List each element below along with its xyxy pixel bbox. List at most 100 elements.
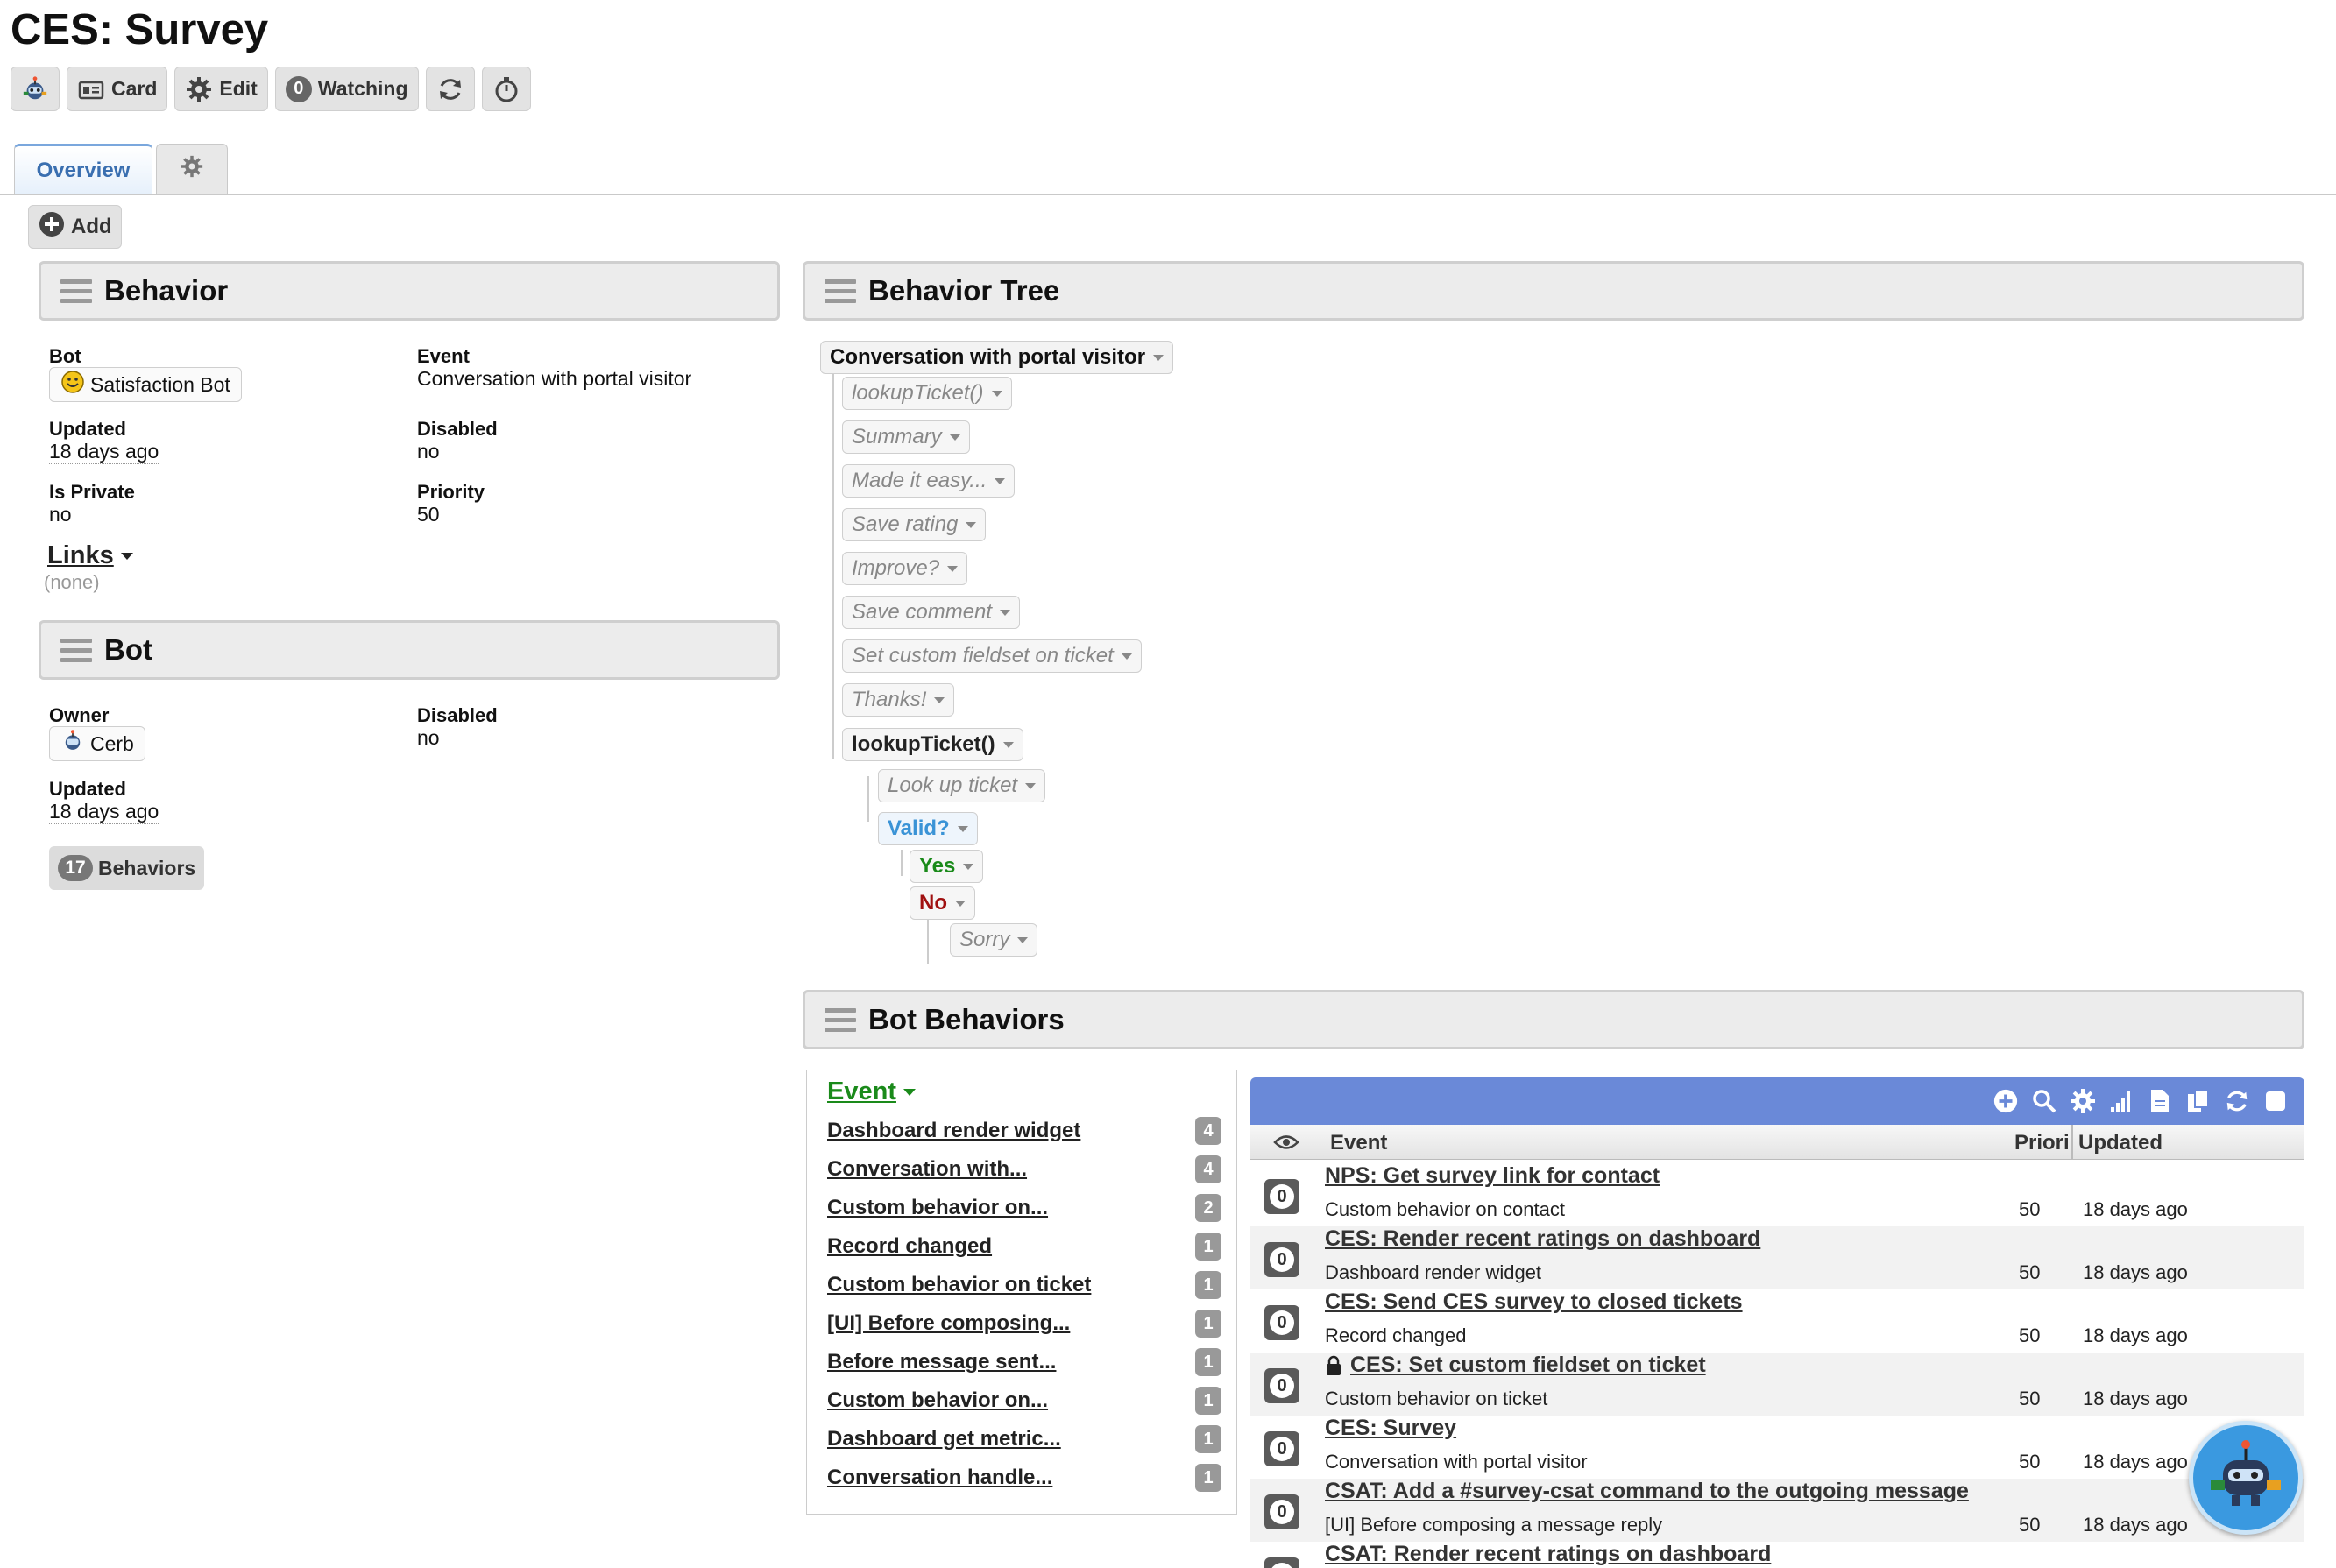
edit-button[interactable]: Edit — [174, 67, 268, 111]
watch-button[interactable]: 0 — [1264, 1242, 1299, 1277]
table-row[interactable]: 0 NPS: Get survey link for contact Custo… — [1250, 1163, 2304, 1226]
eye-icon[interactable] — [1273, 1133, 1299, 1158]
behavior-tree-title: Behavior Tree — [868, 274, 1060, 307]
refresh-icon[interactable] — [2222, 1086, 2252, 1116]
tree-node-outcome-yes[interactable]: Yes — [910, 850, 984, 883]
tree-node-action[interactable]: Improve? — [842, 552, 968, 585]
watch-button[interactable]: 0 — [1264, 1557, 1299, 1568]
gear-icon — [181, 155, 203, 184]
timer-button[interactable] — [481, 67, 531, 111]
tree-node-action[interactable]: Save rating — [842, 508, 987, 541]
facet-item[interactable]: Before message sent... 1 — [827, 1345, 1221, 1380]
facet-item-count: 1 — [1195, 1348, 1221, 1376]
tree-node-outcome-no[interactable]: No — [910, 886, 975, 920]
copy-icon[interactable] — [2184, 1086, 2213, 1116]
watch-button[interactable]: 0 — [1264, 1368, 1299, 1403]
facet-item[interactable]: Dashboard get metric... 1 — [827, 1422, 1221, 1457]
tree-node-action[interactable]: Look up ticket — [878, 769, 1046, 802]
links-dropdown[interactable]: Links — [47, 541, 133, 570]
behavior-widget-header[interactable]: Behavior — [39, 261, 780, 321]
behavior-tree-widget-header[interactable]: Behavior Tree — [803, 261, 2304, 321]
facet-item[interactable]: [UI] Before composing... 1 — [827, 1306, 1221, 1341]
tree-node-action[interactable]: Sorry — [950, 923, 1038, 957]
chevron-down-icon — [995, 477, 1006, 484]
drag-handle-icon[interactable] — [60, 638, 92, 662]
tree-node-root[interactable]: Conversation with portal visitor — [820, 341, 1174, 374]
behavior-link[interactable]: NPS: Get survey link for contact — [1325, 1163, 1660, 1189]
behavior-link[interactable]: CSAT: Add a #survey-csat command to the … — [1325, 1479, 1969, 1504]
bot-widget-header[interactable]: Bot — [39, 620, 780, 680]
behavior-link[interactable]: CES: Set custom fieldset on ticket — [1350, 1353, 1706, 1378]
behavior-link[interactable]: CES: Survey — [1325, 1416, 1456, 1441]
column-header-event[interactable]: Event — [1330, 1131, 1387, 1155]
bot-chip[interactable]: Satisfaction Bot — [49, 367, 242, 402]
tab-settings[interactable] — [156, 144, 228, 194]
facet-item[interactable]: Record changed 1 — [827, 1229, 1221, 1264]
table-row[interactable]: 0 CES: Render recent ratings on dashboar… — [1250, 1226, 2304, 1289]
watch-button[interactable]: 0 — [1264, 1305, 1299, 1340]
behavior-link[interactable]: CES: Send CES survey to closed tickets — [1325, 1289, 1743, 1315]
watcher-count: 0 — [1270, 1184, 1294, 1209]
bot-button[interactable] — [11, 67, 60, 111]
facet-item[interactable]: Custom behavior on ticket 1 — [827, 1268, 1221, 1303]
facet-item-count: 1 — [1195, 1387, 1221, 1415]
refresh-button[interactable] — [425, 67, 475, 111]
watcher-count: 0 — [1270, 1310, 1294, 1335]
add-button-label: Add — [71, 215, 112, 238]
tree-node-action[interactable]: lookupTicket() — [842, 377, 1012, 410]
event-facet-dropdown[interactable]: Event — [827, 1077, 916, 1106]
tree-node-label: Yes — [919, 854, 956, 878]
card-button[interactable]: Card — [67, 67, 168, 111]
gear-icon[interactable] — [2068, 1086, 2098, 1116]
tree-node-action[interactable]: Summary — [842, 420, 970, 454]
helper-bot-button[interactable] — [2189, 1421, 2303, 1535]
watcher-count: 0 — [1270, 1437, 1294, 1461]
facet-item-label: Custom behavior on ticket — [827, 1273, 1092, 1296]
owner-chip[interactable]: Cerb — [49, 726, 145, 761]
column-header-priority[interactable]: Priori — [2014, 1131, 2069, 1155]
watch-button[interactable]: 0 — [1264, 1431, 1299, 1466]
checkbox-icon[interactable] — [2261, 1086, 2290, 1116]
behavior-link[interactable]: CSAT: Render recent ratings on dashboard — [1325, 1542, 1771, 1567]
facet-item[interactable]: Conversation handle... 1 — [827, 1460, 1221, 1495]
row-updated: 18 days ago — [2083, 1388, 2188, 1409]
behavior-widget-title: Behavior — [104, 274, 229, 307]
tree-node-action[interactable]: Set custom fieldset on ticket — [842, 639, 1142, 673]
drag-handle-icon[interactable] — [825, 1007, 856, 1032]
facet-item[interactable]: Conversation with... 4 — [827, 1152, 1221, 1187]
column-header-updated[interactable]: Updated — [2078, 1131, 2163, 1155]
table-row[interactable]: 0 CES: Send CES survey to closed tickets… — [1250, 1289, 2304, 1353]
drag-handle-icon[interactable] — [60, 279, 92, 303]
tab-overview[interactable]: Overview — [14, 144, 152, 194]
facet-item[interactable]: Dashboard render widget 4 — [827, 1113, 1221, 1148]
facet-item[interactable]: Custom behavior on... 2 — [827, 1190, 1221, 1225]
watch-button[interactable]: 0 — [1264, 1179, 1299, 1214]
tree-node-subroutine[interactable]: lookupTicket() — [842, 728, 1023, 761]
plus-circle-icon[interactable] — [1991, 1086, 2021, 1116]
table-row[interactable]: 0 CSAT: Render recent ratings on dashboa… — [1250, 1542, 2304, 1568]
table-row[interactable]: 0 CES: Set custom fieldset on ticket Cus… — [1250, 1353, 2304, 1416]
chart-icon[interactable] — [2106, 1086, 2136, 1116]
behaviors-count-button[interactable]: 17 Behaviors — [49, 846, 205, 890]
tree-node-action[interactable]: Save comment — [842, 596, 1021, 629]
behavior-link[interactable]: CES: Render recent ratings on dashboard — [1325, 1226, 1760, 1252]
watching-button-label: Watching — [317, 77, 408, 100]
facet-item-count: 1 — [1195, 1233, 1221, 1261]
facet-item[interactable]: Custom behavior on... 1 — [827, 1383, 1221, 1418]
tree-node-label: Save comment — [852, 600, 993, 624]
tree-node-action[interactable]: Thanks! — [842, 683, 955, 717]
drag-handle-icon[interactable] — [825, 279, 856, 303]
bot-behaviors-widget-header[interactable]: Bot Behaviors — [803, 990, 2304, 1049]
tree-node-decision[interactable]: Valid? — [878, 812, 978, 845]
table-row[interactable]: 0 CSAT: Add a #survey-csat command to th… — [1250, 1479, 2304, 1542]
facet-item-count: 1 — [1195, 1310, 1221, 1338]
tree-node-action[interactable]: Made it easy... — [842, 464, 1016, 498]
add-widget-button[interactable]: Add — [28, 205, 122, 249]
search-icon[interactable] — [2029, 1086, 2059, 1116]
table-row[interactable]: 0 CES: Survey Conversation with portal v… — [1250, 1416, 2304, 1479]
table-header: Event Priori Updated — [1250, 1125, 2304, 1160]
watch-button[interactable]: 0 — [1264, 1494, 1299, 1529]
export-icon[interactable] — [2145, 1086, 2175, 1116]
row-priority: 50 — [2019, 1324, 2041, 1346]
watching-button[interactable]: 0 Watching — [274, 67, 419, 111]
